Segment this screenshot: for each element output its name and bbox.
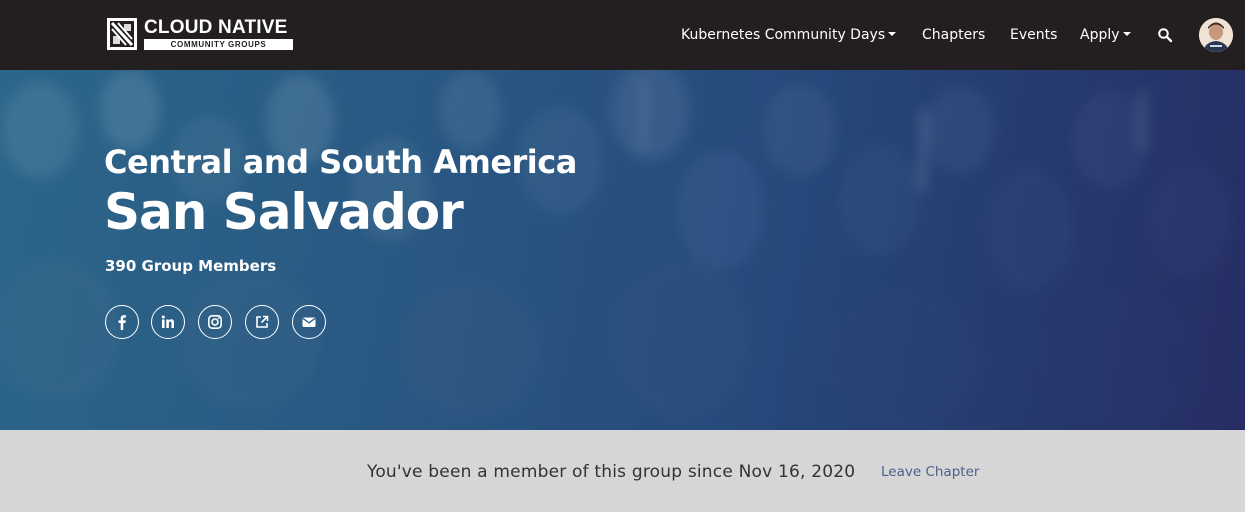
membership-banner: You've been a member of this group since… (0, 430, 1245, 512)
hero-overlay (0, 70, 1245, 430)
chevron-down-icon (1122, 32, 1131, 36)
nav-events[interactable]: Events (1010, 24, 1057, 46)
linkedin-link[interactable] (151, 305, 185, 339)
cncf-logo-icon (107, 18, 137, 50)
chapter-hero: Central and South America San Salvador 3… (0, 70, 1245, 430)
nav-apply[interactable]: Apply (1080, 24, 1131, 46)
email-icon (302, 317, 316, 327)
website-link[interactable] (245, 305, 279, 339)
logo-title: CLOUD NATIVE (144, 17, 288, 38)
email-link[interactable] (292, 305, 326, 339)
nav-label: Kubernetes Community Days (681, 27, 886, 43)
nav-chapters[interactable]: Chapters (922, 24, 985, 46)
membership-since-text: You've been a member of this group since… (367, 462, 856, 482)
top-navbar: CLOUD NATIVE COMMUNITY GROUPS Kubernetes… (0, 0, 1245, 70)
linkedin-icon (161, 315, 174, 328)
search-icon[interactable] (1157, 27, 1173, 43)
instagram-icon (207, 314, 222, 329)
chevron-down-icon (888, 32, 897, 36)
nav-label: Apply (1080, 27, 1120, 43)
chapter-region: Central and South America (104, 143, 577, 181)
member-count: 390 Group Members (105, 257, 277, 275)
facebook-icon (118, 315, 126, 330)
leave-chapter-link[interactable]: Leave Chapter (881, 462, 979, 482)
nav-kubernetes-community-days[interactable]: Kubernetes Community Days (681, 24, 897, 46)
external-link-icon (256, 315, 269, 328)
chapter-title: San Salvador (104, 183, 464, 241)
site-logo[interactable]: CLOUD NATIVE COMMUNITY GROUPS (107, 18, 297, 50)
user-avatar[interactable] (1199, 18, 1233, 52)
nav-label: Chapters (922, 27, 986, 43)
logo-subtitle: COMMUNITY GROUPS (144, 39, 293, 50)
instagram-link[interactable] (198, 305, 232, 339)
nav-label: Events (1010, 27, 1058, 43)
facebook-link[interactable] (105, 305, 139, 339)
